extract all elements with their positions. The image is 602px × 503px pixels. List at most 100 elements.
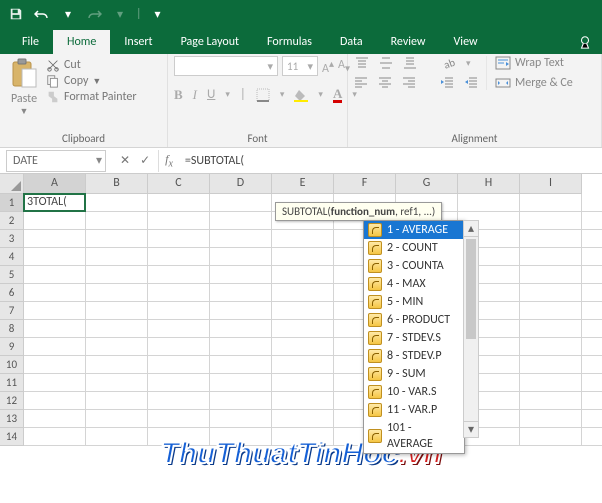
col-head-H[interactable]: H — [458, 174, 520, 194]
cell[interactable] — [582, 302, 602, 320]
save-icon[interactable] — [6, 4, 26, 24]
fn-option[interactable]: 1 - AVERAGE — [364, 221, 464, 239]
row-head-7[interactable]: 7 — [0, 302, 24, 320]
cell[interactable] — [210, 212, 272, 230]
fn-option[interactable]: 6 - PRODUCT — [364, 311, 464, 329]
cell[interactable] — [24, 320, 86, 338]
row-head-11[interactable]: 11 — [0, 374, 24, 392]
cell[interactable] — [582, 194, 602, 212]
cell[interactable] — [520, 194, 582, 212]
cell[interactable] — [520, 212, 582, 230]
cut-button[interactable]: Cut — [46, 58, 137, 72]
fn-option[interactable]: 11 - VAR.P — [364, 401, 464, 419]
formula-input[interactable]: =SUBTOTAL( — [179, 154, 602, 168]
font-name-combo[interactable]: ▾ — [174, 56, 278, 76]
cell[interactable] — [272, 266, 334, 284]
cell[interactable] — [582, 392, 602, 410]
paste-button[interactable]: Paste ▼ — [6, 56, 42, 119]
cell[interactable] — [210, 284, 272, 302]
fn-option[interactable]: 101 - AVERAGE — [364, 419, 464, 453]
decrease-indent-icon[interactable] — [440, 76, 454, 88]
cell[interactable] — [520, 302, 582, 320]
row-head-5[interactable]: 5 — [0, 266, 24, 284]
cell[interactable] — [24, 248, 86, 266]
function-arg-list[interactable]: 1 - AVERAGE2 - COUNT3 - COUNTA4 - MAX5 -… — [363, 220, 465, 454]
row-head-9[interactable]: 9 — [0, 338, 24, 356]
italic-button[interactable]: I — [193, 87, 197, 103]
cell[interactable] — [148, 194, 210, 212]
col-head-G[interactable]: G — [396, 174, 458, 194]
font-color-button[interactable]: A — [333, 86, 342, 103]
row-head-13[interactable]: 13 — [0, 410, 24, 428]
increase-indent-icon[interactable] — [464, 76, 478, 88]
cell[interactable] — [86, 392, 148, 410]
cell[interactable] — [272, 374, 334, 392]
align-bottom-icon[interactable] — [402, 56, 418, 70]
cell[interactable] — [210, 392, 272, 410]
row-head-3[interactable]: 3 — [0, 230, 24, 248]
customize-qat-icon[interactable]: ▾ — [148, 4, 168, 24]
cell[interactable] — [272, 230, 334, 248]
col-head-B[interactable]: B — [86, 174, 148, 194]
cell[interactable] — [520, 248, 582, 266]
cell[interactable] — [210, 428, 272, 446]
cell[interactable] — [148, 284, 210, 302]
cell[interactable] — [210, 338, 272, 356]
cell[interactable] — [86, 248, 148, 266]
tab-view[interactable]: View — [440, 30, 492, 54]
increase-font-icon[interactable]: A▴ — [322, 57, 334, 76]
font-size-combo[interactable]: 11▾ — [282, 56, 318, 76]
cell[interactable] — [272, 320, 334, 338]
cell[interactable] — [148, 392, 210, 410]
cell[interactable] — [582, 284, 602, 302]
wrap-text-button[interactable]: Wrap Text — [495, 56, 573, 70]
cell[interactable] — [272, 410, 334, 428]
cell[interactable] — [272, 248, 334, 266]
align-right-icon[interactable] — [402, 76, 416, 88]
col-head-C[interactable]: C — [148, 174, 210, 194]
tab-file[interactable]: File — [8, 30, 53, 54]
row-head-14[interactable]: 14 — [0, 428, 24, 446]
cell[interactable] — [86, 212, 148, 230]
cell[interactable] — [148, 320, 210, 338]
cell[interactable] — [148, 356, 210, 374]
cell[interactable] — [24, 410, 86, 428]
cell[interactable] — [520, 374, 582, 392]
cancel-formula-icon[interactable]: ✕ — [120, 153, 130, 168]
cell[interactable] — [148, 230, 210, 248]
col-head-F[interactable]: F — [334, 174, 396, 194]
col-head-A[interactable]: A — [24, 174, 86, 194]
cell[interactable] — [86, 266, 148, 284]
tab-review[interactable]: Review — [377, 30, 440, 54]
cell[interactable] — [148, 302, 210, 320]
cell[interactable] — [582, 266, 602, 284]
fn-option[interactable]: 2 - COUNT — [364, 239, 464, 257]
cell[interactable] — [272, 338, 334, 356]
tab-home[interactable]: Home — [53, 30, 110, 54]
copy-button[interactable]: Copy ▼ — [46, 74, 137, 88]
cell[interactable] — [520, 356, 582, 374]
tab-data[interactable]: Data — [326, 30, 377, 54]
cell[interactable] — [582, 338, 602, 356]
cell[interactable] — [148, 428, 210, 446]
row-head-6[interactable]: 6 — [0, 284, 24, 302]
select-all[interactable] — [0, 174, 24, 194]
cell[interactable] — [210, 266, 272, 284]
cell[interactable] — [520, 266, 582, 284]
undo-icon[interactable] — [32, 4, 52, 24]
cell[interactable] — [24, 338, 86, 356]
cell[interactable] — [520, 320, 582, 338]
cell[interactable] — [148, 410, 210, 428]
fn-option[interactable]: 9 - SUM — [364, 365, 464, 383]
align-left-icon[interactable] — [354, 76, 368, 88]
cell[interactable] — [272, 284, 334, 302]
cell[interactable] — [582, 374, 602, 392]
cell[interactable] — [210, 410, 272, 428]
cell[interactable] — [86, 320, 148, 338]
cell[interactable] — [210, 356, 272, 374]
orientation-icon[interactable]: ab — [442, 56, 458, 70]
cell[interactable] — [458, 194, 520, 212]
row-head-12[interactable]: 12 — [0, 392, 24, 410]
cell[interactable] — [24, 356, 86, 374]
align-top-icon[interactable] — [354, 56, 370, 70]
